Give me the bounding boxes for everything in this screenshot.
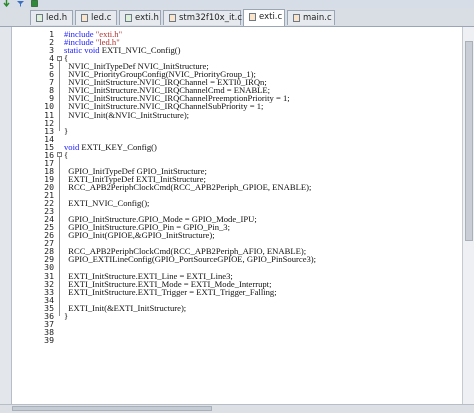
tab-led-c[interactable]: led.c — [75, 10, 117, 25]
vertical-scroll-thumb[interactable] — [465, 41, 473, 241]
line-number: 1 — [49, 29, 54, 39]
tab-label: stm32f10x_it.c — [179, 13, 243, 23]
fold-guide-line — [59, 60, 60, 132]
c-file-icon — [169, 13, 176, 22]
code-line[interactable]: EXTI_InitStructure.EXTI_Trigger = EXTI_T… — [64, 287, 276, 296]
tab-stm32f10x-it-c[interactable]: stm32f10x_it.c — [163, 10, 243, 25]
c-file-icon — [293, 13, 300, 22]
line-number: 2 — [49, 37, 54, 48]
header-file-icon — [125, 13, 132, 22]
filter-icon[interactable] — [16, 0, 25, 7]
code-line[interactable]: EXTI_NVIC_Config(); — [64, 199, 149, 208]
fold-guide-line — [59, 157, 60, 317]
code-line[interactable]: void EXTI_KEY_Config() — [64, 142, 157, 151]
header-file-icon — [36, 13, 43, 22]
code-line[interactable]: GPIO_EXTILineConfig(GPIO_PortSourceGPIOE… — [64, 255, 316, 264]
code-line[interactable]: } — [64, 311, 68, 320]
code-line[interactable]: EXTI_Init(&EXTI_InitStructure); — [64, 303, 186, 312]
download-arrow-icon[interactable] — [2, 0, 11, 7]
code-line[interactable]: { — [64, 150, 68, 159]
toolbar — [0, 0, 474, 8]
line-number: 4 — [49, 53, 54, 64]
c-file-icon — [249, 12, 256, 21]
chip-icon[interactable] — [30, 0, 39, 7]
tab-main-c[interactable]: main.c — [287, 10, 335, 25]
file-tab-bar: led.h led.c exti.h stm32f10x_it.c exti.c… — [0, 8, 474, 27]
line-number: 7 — [49, 77, 54, 88]
line-number: 6 — [49, 69, 54, 80]
tab-label: exti.c — [259, 12, 283, 22]
c-file-icon — [81, 13, 88, 22]
code-line[interactable]: GPIO_Init(GPIOE,&GPIO_InitStructure); — [64, 231, 214, 240]
tab-led-h[interactable]: led.h — [30, 10, 73, 25]
tab-label: exti.h — [135, 13, 159, 23]
tab-label: led.c — [91, 13, 112, 23]
code-line[interactable]: NVIC_Init(&NVIC_InitStructure); — [64, 110, 189, 119]
code-line[interactable]: } — [64, 126, 68, 135]
tab-exti-c[interactable]: exti.c — [243, 9, 285, 26]
code-line[interactable]: static void EXTI_NVIC_Config() — [64, 46, 181, 55]
tab-exti-h[interactable]: exti.h — [119, 10, 161, 25]
line-number: 3 — [49, 45, 54, 56]
horizontal-scroll-thumb[interactable] — [12, 406, 212, 411]
tab-label: main.c — [303, 13, 332, 23]
code-line[interactable]: RCC_APB2PeriphClockCmd(RCC_APB2Periph_GP… — [64, 183, 311, 192]
vertical-scrollbar[interactable] — [462, 27, 474, 404]
line-number: 8 — [49, 85, 54, 96]
tab-label: led.h — [46, 13, 68, 23]
line-number: 39 — [44, 334, 54, 345]
line-number: 5 — [49, 61, 54, 72]
editor-gutter[interactable] — [0, 27, 12, 404]
